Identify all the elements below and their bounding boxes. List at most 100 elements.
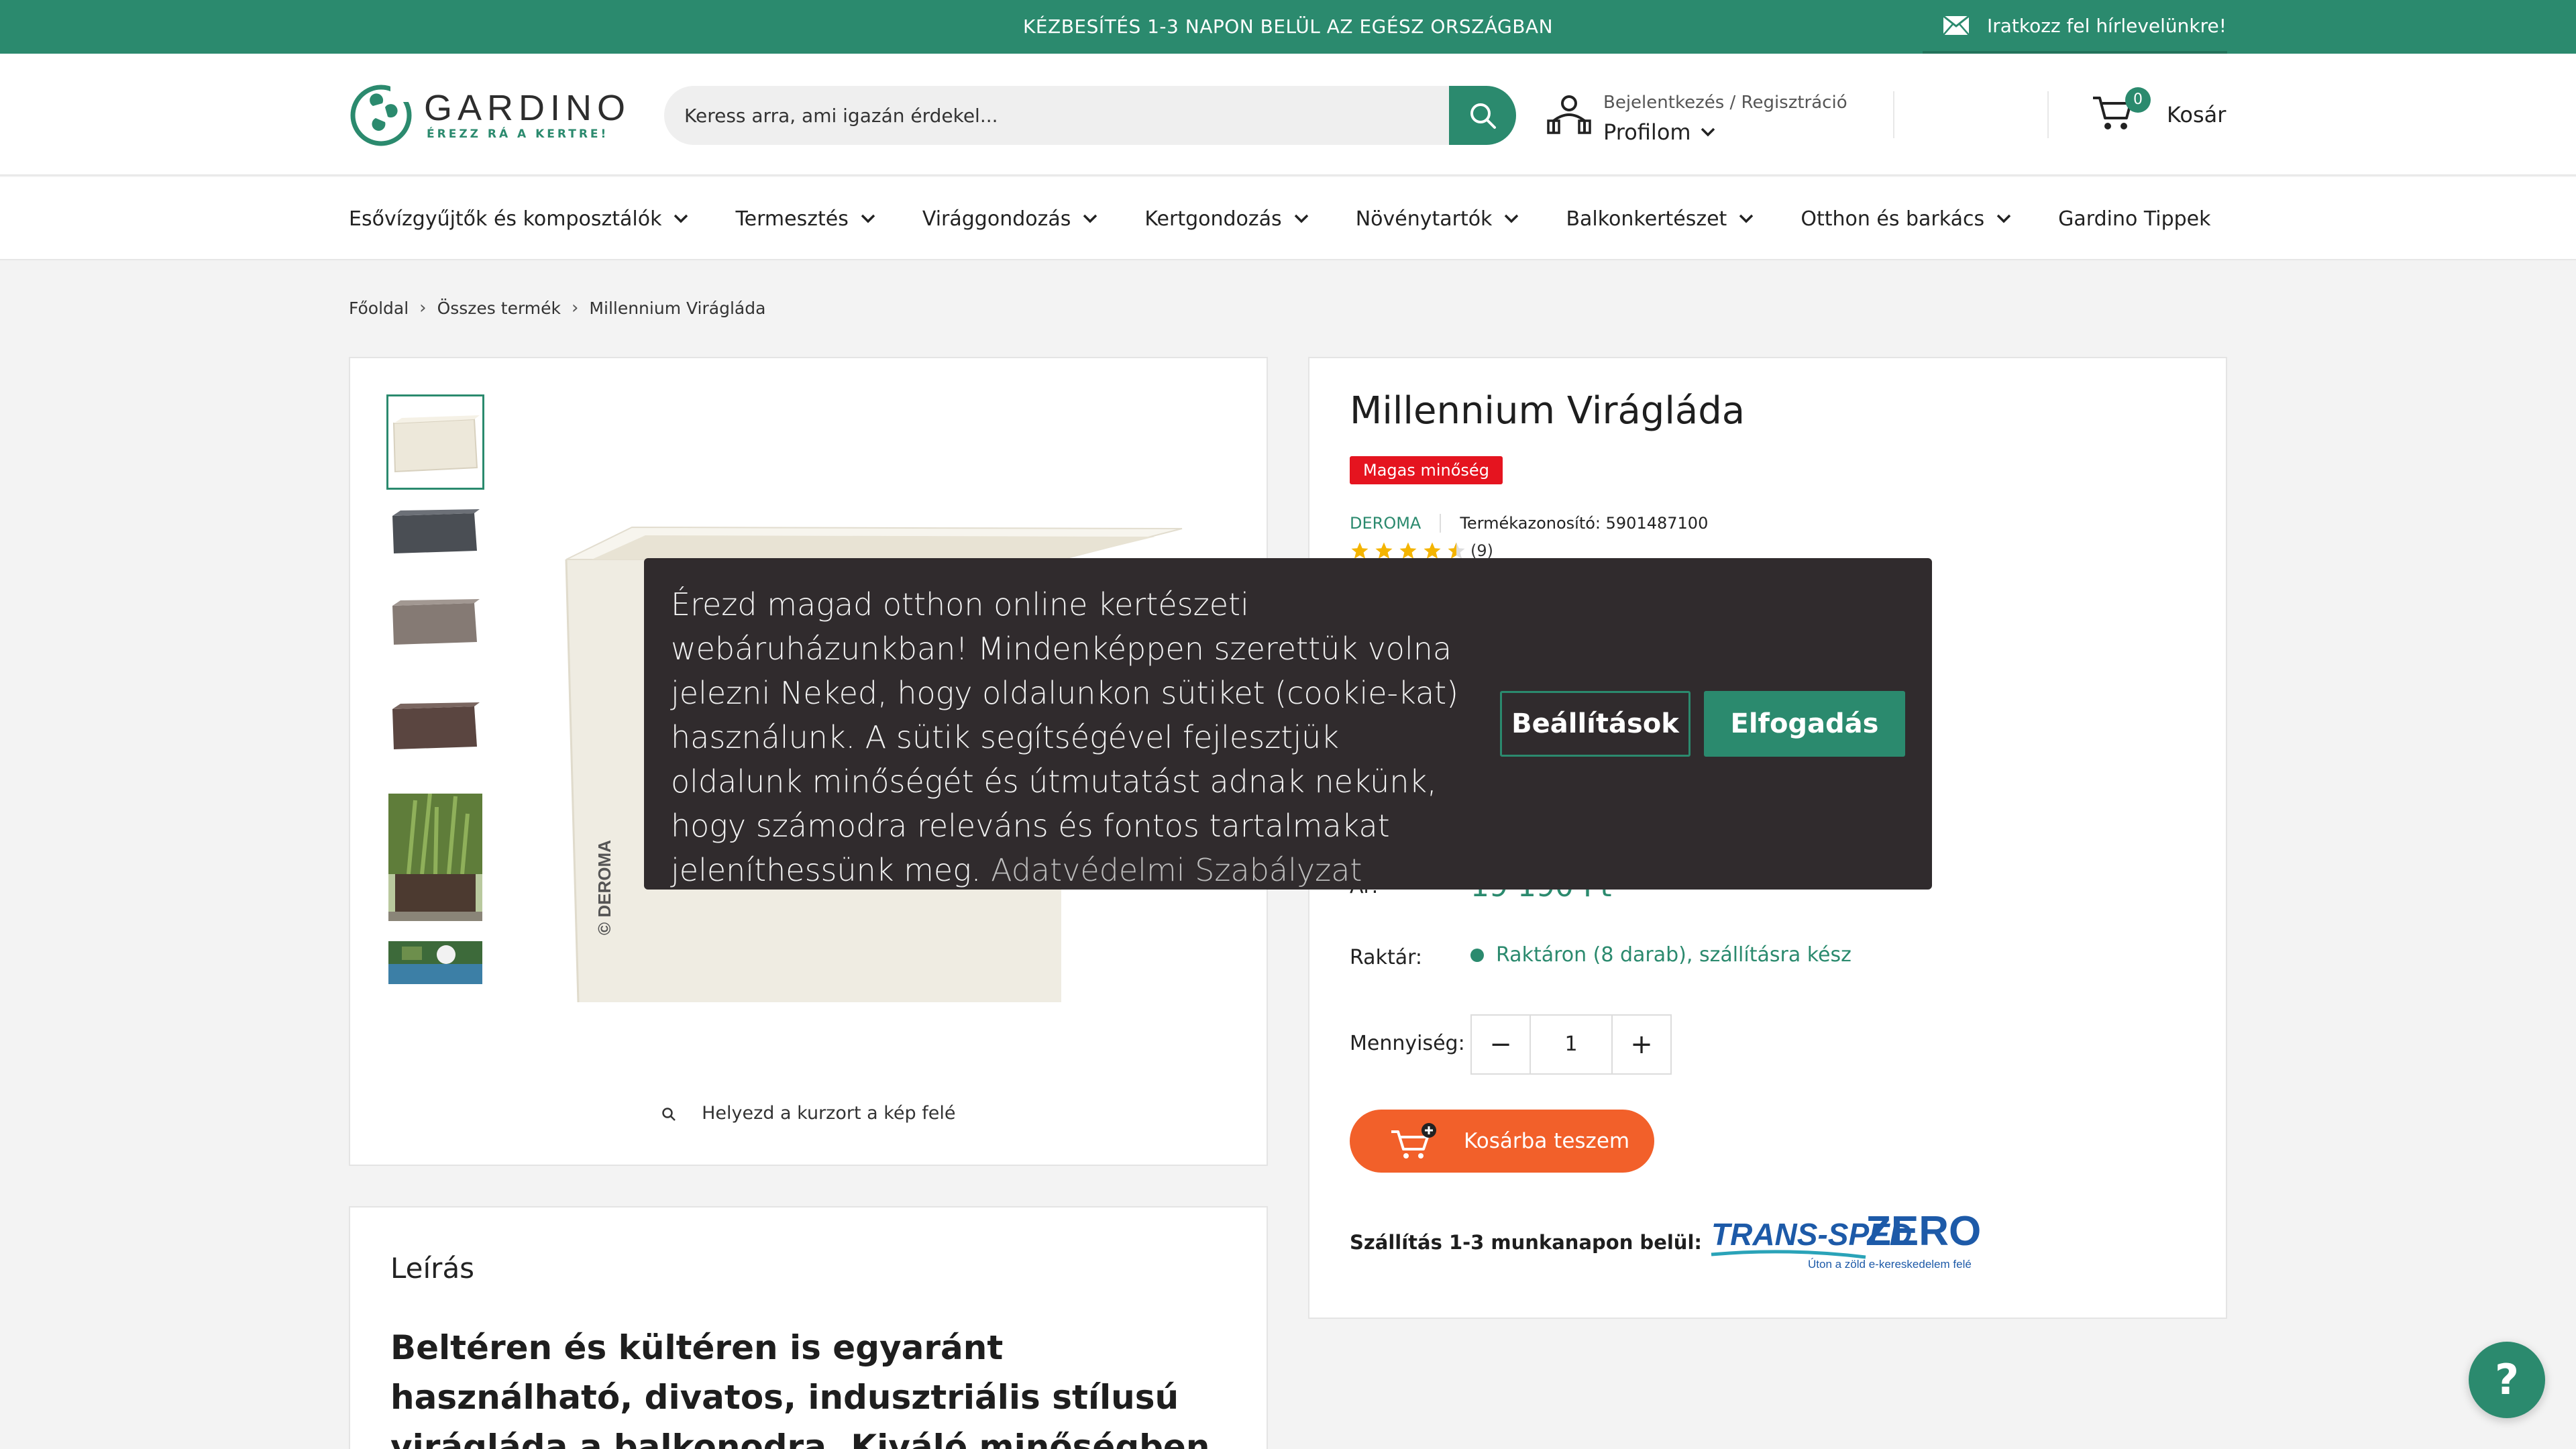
- nav-item-rainwater[interactable]: Esővízgyűjtők és komposztálók: [349, 207, 688, 231]
- site-logo[interactable]: GARDINO ÉREZZ RÁ A KERTRE!: [349, 83, 625, 148]
- breadcrumb-all-products[interactable]: Összes termék: [437, 299, 561, 318]
- gardino-logo-icon: [350, 85, 412, 146]
- nav-item-label: Esővízgyűjtők és komposztálók: [349, 207, 662, 231]
- sku-label: Termékazonosító:: [1460, 514, 1601, 533]
- stock-label: Raktár:: [1350, 946, 1423, 969]
- chevron-down-icon: [1294, 214, 1308, 223]
- nav-item-planters[interactable]: Növénytartók: [1356, 207, 1519, 231]
- quantity-decrease-button[interactable]: −: [1472, 1016, 1529, 1073]
- quantity-stepper: − 1 +: [1470, 1014, 1672, 1075]
- header-divider: [1893, 91, 1894, 138]
- planter-grey-thumbnail: [388, 502, 482, 561]
- planter-brown-thumbnail: [388, 689, 482, 765]
- cookie-text: Érezd magad otthon online kertészeti web…: [671, 582, 1476, 892]
- nav-item-label: Gardino Tippek: [2058, 207, 2211, 231]
- shipping-info: Szállítás 1-3 munkanapon belül: TRANS-SP…: [1350, 1210, 1982, 1275]
- product-title: Millennium Virágláda: [1350, 389, 1746, 433]
- chevron-down-icon: [674, 214, 688, 223]
- cookie-banner: Érezd magad otthon online kertészeti web…: [644, 558, 1932, 890]
- zoom-hint-text: Helyezd a kurzort a kép felé: [702, 1103, 956, 1124]
- nav-item-tips[interactable]: Gardino Tippek: [2058, 207, 2210, 231]
- breadcrumb-current: Millennium Virágláda: [589, 298, 766, 318]
- shipping-text: Szállítás 1-3 munkanapon belül:: [1350, 1231, 1702, 1254]
- nav-item-label: Virággondozás: [922, 207, 1071, 231]
- newsletter-link[interactable]: Iratkozz fel hírlevelünkre!: [1923, 0, 2227, 54]
- nav-item-home-diy[interactable]: Otthon és barkács: [1801, 207, 2011, 231]
- logo-tagline-text: Úton a zöld e-kereskedelem felé: [1808, 1258, 1972, 1271]
- gallery-thumbnail[interactable]: [386, 500, 484, 564]
- brand-link[interactable]: DEROMA: [1350, 514, 1421, 533]
- description-title: Leírás: [390, 1252, 475, 1285]
- chevron-right-icon: ›: [572, 298, 579, 318]
- nav-item-balcony[interactable]: Balkonkertészet: [1566, 207, 1754, 231]
- nav-item-flower-care[interactable]: Virággondozás: [922, 207, 1098, 231]
- chevron-down-icon: [1739, 214, 1754, 223]
- account-profile-label: Profilom: [1603, 119, 1691, 145]
- chevron-down-icon: [1996, 214, 2011, 223]
- quantity-increase-button[interactable]: +: [1613, 1016, 1670, 1073]
- privacy-policy-link[interactable]: Adatvédelmi Szabályzat: [991, 852, 1362, 888]
- gallery-thumbnail[interactable]: [386, 394, 484, 490]
- chevron-down-icon: [861, 214, 875, 223]
- account-login-register[interactable]: Bejelentkezés / Regisztráció: [1603, 93, 1847, 113]
- quality-badge: Magas minőség: [1350, 456, 1503, 484]
- planter-taupe-thumbnail: [388, 588, 482, 655]
- user-account-icon: [1547, 95, 1591, 134]
- cookie-message: Érezd magad otthon online kertészeti web…: [671, 586, 1459, 888]
- breadcrumb: Főoldal › Összes termék › Millennium Vir…: [349, 298, 765, 318]
- chevron-down-icon: [1505, 214, 1519, 223]
- add-to-cart-icon: [1391, 1123, 1436, 1159]
- add-to-cart-button[interactable]: Kosárba teszem: [1350, 1110, 1654, 1173]
- rating-count: (9): [1470, 541, 1493, 560]
- stock-text: Raktáron (8 darab), szállításra kész: [1496, 943, 1851, 967]
- product-meta: DEROMA Termékazonosító: 5901487100: [1350, 514, 1708, 533]
- stock-status: Raktáron (8 darab), szállításra kész: [1470, 943, 1851, 967]
- deroma-watermark: © DEROMA: [594, 840, 614, 935]
- quantity-label: Mennyiség:: [1350, 1032, 1465, 1055]
- nav-item-garden-care[interactable]: Kertgondozás: [1144, 207, 1308, 231]
- meta-divider: [1440, 514, 1442, 533]
- account-menu[interactable]: Bejelentkezés / Regisztráció Profilom: [1547, 86, 1896, 146]
- search-input[interactable]: [664, 86, 1449, 145]
- nav-item-label: Kertgondozás: [1144, 207, 1282, 231]
- nav-item-label: Otthon és barkács: [1801, 207, 1985, 231]
- account-profile[interactable]: Profilom: [1603, 119, 1715, 145]
- zero-logo-text: ZERO: [1866, 1210, 1981, 1254]
- gallery-thumbnail[interactable]: [386, 586, 484, 657]
- zoom-hint: Helyezd a kurzort a kép felé: [350, 1103, 1267, 1124]
- logo-wordmark: GARDINO: [424, 88, 631, 128]
- cookie-accept-button[interactable]: Elfogadás: [1704, 691, 1905, 757]
- transsped-zero-logo: TRANS-SPED ZERO Úton a zöld e-kereskedel…: [1711, 1210, 1981, 1271]
- magnifier-icon: [661, 1107, 676, 1121]
- search-icon: [1470, 103, 1496, 129]
- gallery-thumbnail[interactable]: [386, 939, 484, 986]
- mail-icon: [1943, 15, 1970, 36]
- chevron-down-icon: [1083, 214, 1097, 223]
- cart-count-badge: 0: [2125, 87, 2151, 113]
- logo-tagline: ÉREZZ RÁ A KERTRE!: [427, 127, 609, 141]
- planter-with-grass-thumbnail: [388, 794, 482, 921]
- header-divider: [2047, 91, 2049, 138]
- nav-item-growing[interactable]: Termesztés: [735, 207, 875, 231]
- search-button[interactable]: [1449, 86, 1516, 145]
- gallery-thumbnail[interactable]: [386, 687, 484, 767]
- nav-item-label: Balkonkertészet: [1566, 207, 1727, 231]
- description-body: Beltéren és kültéren is egyaránt használ…: [390, 1328, 1210, 1449]
- main-navigation: Esővízgyűjtők és komposztálók Termesztés…: [0, 177, 2576, 260]
- nav-item-label: Növénytartók: [1355, 207, 1493, 231]
- gallery-thumbnail[interactable]: [386, 792, 484, 923]
- garden-scene-thumbnail: [388, 941, 482, 984]
- breadcrumb-home[interactable]: Főoldal: [349, 299, 409, 318]
- cart-label: Kosár: [2167, 102, 2226, 127]
- cookie-settings-button[interactable]: Beállítások: [1500, 691, 1690, 757]
- nav-item-label: Termesztés: [735, 207, 849, 231]
- stock-indicator-icon: [1470, 948, 1484, 962]
- product-description: Leírás Beltéren és kültéren is egyaránt …: [349, 1206, 1268, 1449]
- cart-button[interactable]: 0 Kosár: [2092, 87, 2233, 141]
- sku-value: 5901487100: [1605, 514, 1709, 533]
- search-bar: [664, 86, 1516, 145]
- help-button[interactable]: ?: [2469, 1342, 2545, 1418]
- quantity-input[interactable]: 1: [1529, 1016, 1613, 1073]
- chevron-down-icon: [1701, 127, 1715, 137]
- chevron-right-icon: ›: [419, 298, 427, 318]
